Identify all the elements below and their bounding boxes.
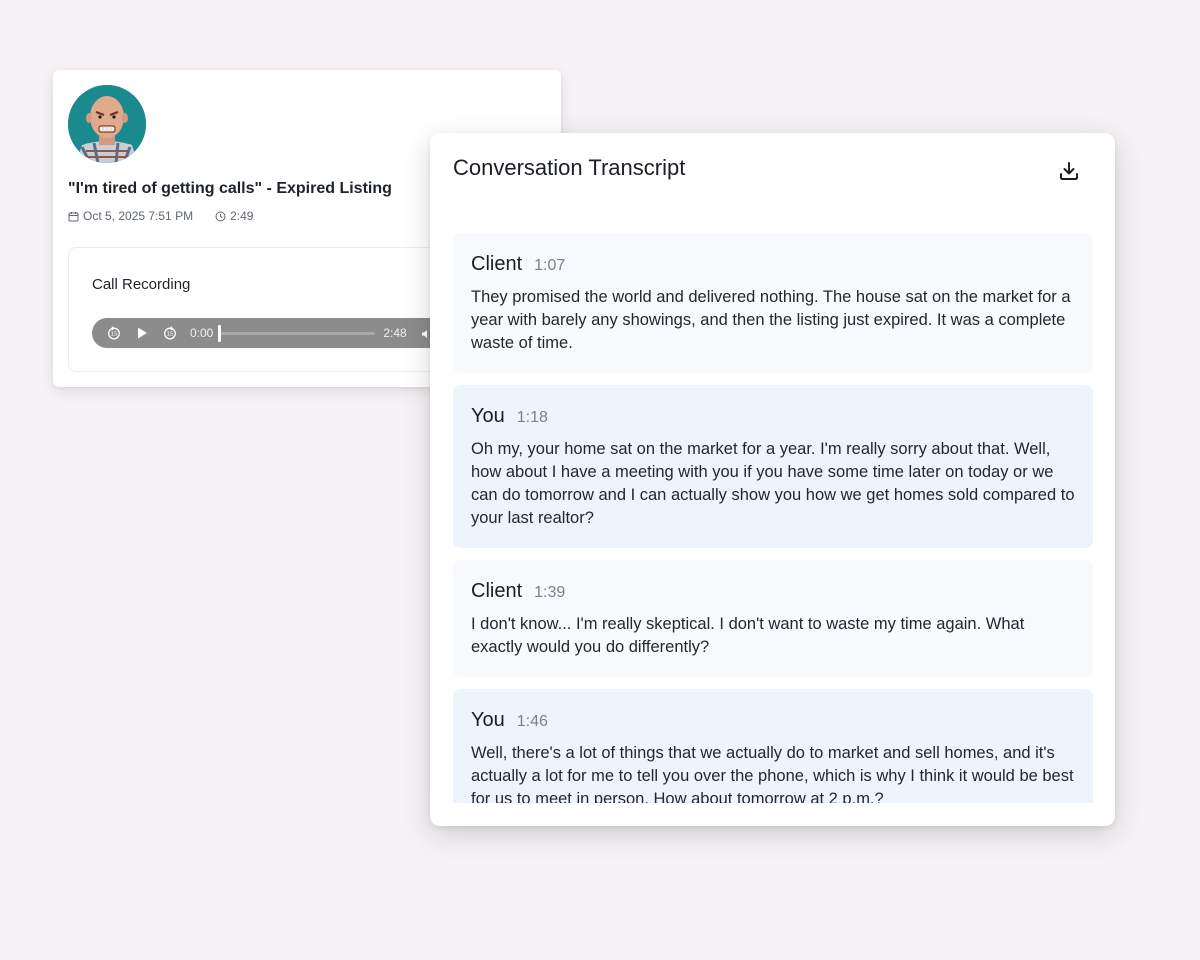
audio-player[interactable]: 15 15 0:00 2:48 <box>92 318 452 348</box>
message-time: 1:07 <box>534 257 566 274</box>
message-text: They promised the world and delivered no… <box>471 288 1071 352</box>
message-speaker: Client <box>471 253 523 275</box>
message-speaker: Client <box>471 580 523 602</box>
download-button[interactable] <box>1055 159 1083 187</box>
seek-bar[interactable] <box>218 324 376 342</box>
svg-text:15: 15 <box>167 332 174 338</box>
svg-text:15: 15 <box>111 332 118 338</box>
message-time: 1:18 <box>516 409 548 426</box>
message-text: Well, there's a lot of things that we ac… <box>471 744 1074 803</box>
message-item: Client 1:39 I don't know... I'm really s… <box>453 560 1093 677</box>
message-item: You 1:46 Well, there's a lot of things t… <box>453 689 1093 803</box>
play-icon[interactable] <box>134 325 150 341</box>
transcript-title: Conversation Transcript <box>453 155 686 180</box>
call-date: Oct 5, 2025 7:51 PM <box>83 209 194 223</box>
message-text: I don't know... I'm really skeptical. I … <box>471 615 1025 656</box>
calendar-icon <box>68 211 79 222</box>
current-time: 0:00 <box>190 326 214 340</box>
forward-15-icon[interactable]: 15 <box>162 325 178 341</box>
message-speaker: You <box>471 405 505 427</box>
message-time: 1:39 <box>534 584 566 601</box>
transcript-panel: Conversation Transcript Client 1:07 They… <box>430 133 1115 826</box>
recording-label: Call Recording <box>92 276 191 293</box>
clock-icon <box>215 211 226 222</box>
message-speaker: You <box>471 709 505 731</box>
call-title: "I'm tired of getting calls" - Expired L… <box>68 180 392 197</box>
message-item: Client 1:07 They promised the world and … <box>453 233 1093 373</box>
call-meta: Oct 5, 2025 7:51 PM 2:49 <box>68 209 253 223</box>
rewind-15-icon[interactable]: 15 <box>106 325 122 341</box>
message-item: You 1:18 Oh my, your home sat on the mar… <box>453 385 1093 548</box>
seek-thumb[interactable] <box>218 324 222 342</box>
total-time: 2:48 <box>383 326 407 340</box>
avatar <box>68 85 146 163</box>
message-list[interactable]: Client 1:07 They promised the world and … <box>453 233 1093 803</box>
message-time: 1:46 <box>516 713 548 730</box>
call-duration: 2:49 <box>230 209 254 223</box>
message-text: Oh my, your home sat on the market for a… <box>471 440 1075 527</box>
download-icon <box>1058 160 1080 187</box>
